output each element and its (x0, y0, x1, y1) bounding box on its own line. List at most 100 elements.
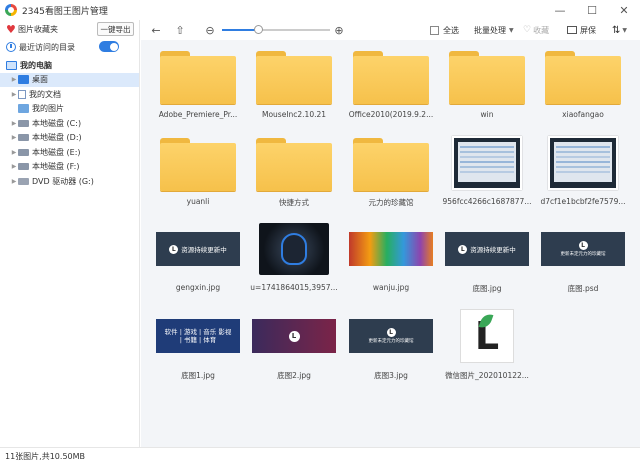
export-button[interactable]: 一键导出 (97, 22, 134, 36)
thumbnail (348, 133, 434, 193)
image-item[interactable]: L 资源持续更新中 gengxin.jpg (153, 216, 243, 309)
tree-item[interactable]: 我的电脑 (0, 58, 139, 73)
image-item[interactable]: L 微信图片_202010122... (442, 303, 532, 396)
computer-icon (6, 60, 17, 70)
minimize-button[interactable]: — (544, 0, 576, 20)
thumbnail: 软件 | 游戏 | 音乐 影视 | 书籍 | 体育 (155, 306, 241, 366)
file-name: 底图.jpg (472, 284, 502, 293)
folder-icon (256, 50, 332, 104)
image-item[interactable]: 956fcc4266c1687877... (442, 130, 532, 223)
folder-item[interactable]: Adobe_Premiere_Pr... (153, 43, 243, 136)
thumbnail: L 资源持续更新中 (444, 219, 530, 279)
screen-icon (567, 26, 577, 34)
tree-item-label: 本地磁盘 (D:) (32, 133, 82, 143)
folder-item[interactable]: yuanli (153, 130, 243, 223)
folder-item[interactable]: 快捷方式 (249, 130, 339, 223)
sort-menu[interactable]: ⇅ ▼ (612, 20, 627, 40)
banner-thumbnail: L 资源持续更新中 (445, 232, 529, 266)
folder-item[interactable]: MouseInc2.10.21 (249, 43, 339, 136)
file-name: 元力的珍藏馆 (368, 198, 414, 207)
favorite-label: 收藏 (533, 25, 550, 35)
image-item[interactable]: L 更新未定元力的珍藏馆 底图.psd (538, 216, 628, 309)
image-item[interactable]: L 底图2.jpg (249, 303, 339, 396)
folder-item[interactable]: 元力的珍藏馆 (346, 130, 436, 223)
zoom-slider[interactable] (222, 25, 330, 34)
image-item[interactable]: 软件 | 游戏 | 音乐 影视 | 书籍 | 体育 底图1.jpg (153, 303, 243, 396)
logo-purple-thumbnail: L (252, 319, 336, 353)
select-all-control[interactable]: 全选 (430, 20, 459, 40)
recent-toggle[interactable] (99, 41, 119, 52)
thumbnail (348, 219, 434, 279)
expand-arrow-icon[interactable]: ▶ (10, 134, 18, 141)
folder-item[interactable]: Office2010(2019.9.2... (346, 43, 436, 136)
tree-item-label: 本地磁盘 (E:) (32, 147, 81, 157)
zoom-in-icon[interactable]: ⊕ (332, 24, 346, 37)
file-name: yuanli (186, 197, 210, 206)
thumbnail (251, 133, 337, 193)
status-text: 11张图片,共10.50MB (5, 451, 86, 461)
tree-item[interactable]: ▶ 本地磁盘 (E:) (0, 145, 139, 160)
file-name: wanju.jpg (372, 283, 410, 292)
category-banner-thumbnail: 软件 | 游戏 | 音乐 影视 | 书籍 | 体育 (156, 319, 240, 353)
folder-tree: 我的电脑 ▶ 桌面 ▶ 我的文档 我的图片 ▶ 本地磁盘 (C:) ▶ 本地磁盘 (D:) ▶ 本地磁… (0, 58, 139, 189)
zoom-out-icon[interactable]: ⊖ (203, 24, 217, 37)
fullscreen-action[interactable]: 屏保 (567, 20, 596, 40)
zoom-slider-knob[interactable] (253, 25, 263, 34)
file-name: d7cf1e1bcbf2fe7579... (540, 197, 626, 206)
thumbnail: L 资源持续更新中 (155, 219, 241, 279)
disk-icon (18, 148, 29, 156)
toolbar: ← ⇧ ⊖ ⊕ 全选 批量处理 ▼ ♡ 收藏 屏保 ⇅ ▼ (141, 20, 640, 40)
expand-arrow-icon[interactable]: ▶ (10, 178, 18, 185)
tree-item[interactable]: ▶ 本地磁盘 (D:) (0, 131, 139, 146)
image-item[interactable]: L 更新未定元力的珍藏馆 底图3.jpg (346, 303, 436, 396)
expand-arrow-icon[interactable]: ▶ (10, 163, 18, 170)
file-name: u=1741864015,3957... (250, 283, 338, 292)
clock-icon (6, 42, 16, 52)
image-item[interactable]: wanju.jpg (346, 216, 436, 309)
image-item[interactable]: L 资源持续更新中底图.jpg (442, 216, 532, 309)
favorites-row[interactable]: ♥ 图片收藏夹 一键导出 (0, 20, 139, 38)
file-name: Office2010(2019.9.2... (348, 110, 434, 119)
file-name: gengxin.jpg (175, 283, 221, 292)
expand-arrow-icon[interactable]: ▶ (10, 149, 18, 156)
tree-item[interactable]: ▶ 桌面 (0, 72, 139, 87)
folder-item[interactable]: xiaofangao (538, 43, 628, 136)
select-all-checkbox[interactable] (430, 25, 439, 35)
batch-menu[interactable]: 批量处理 ▼ (474, 20, 514, 40)
back-arrow-icon[interactable]: ← (149, 24, 163, 37)
tree-item[interactable]: ▶ 本地磁盘 (F:) (0, 160, 139, 175)
image-item[interactable]: d7cf1e1bcbf2fe7579... (538, 130, 628, 223)
sidebar: ♥ 图片收藏夹 一键导出 最近访问的目录 我的电脑 ▶ 桌面 ▶ 我的文档 我的图片 ▶ 本地… (0, 20, 140, 447)
logo-banner-thumbnail: L 更新未定元力的珍藏馆 (349, 319, 433, 353)
expand-arrow-icon[interactable]: ▶ (10, 91, 18, 98)
file-name: 微信图片_202010122... (445, 371, 529, 380)
toy-image-thumbnail (349, 232, 433, 266)
image-item[interactable]: u=1741864015,3957... (249, 216, 339, 309)
app-logo-icon (5, 4, 17, 16)
document-icon (18, 89, 26, 99)
tree-item-label: 桌面 (32, 75, 48, 85)
expand-arrow-icon[interactable]: ▶ (10, 76, 18, 83)
desktop-icon (18, 75, 29, 85)
folder-item[interactable]: win (442, 43, 532, 136)
batch-label: 批量处理 (474, 25, 506, 35)
tree-item[interactable]: ▶ DVD 驱动器 (G:) (0, 174, 139, 189)
favorite-action[interactable]: ♡ 收藏 (523, 20, 549, 40)
up-home-icon[interactable]: ⇧ (173, 24, 187, 37)
close-button[interactable]: ✕ (608, 0, 640, 20)
zoom-slider-fill (222, 29, 258, 31)
thumbnail (540, 133, 626, 193)
tree-item[interactable]: ▶ 我的文档 (0, 87, 139, 102)
expand-arrow-icon[interactable]: ▶ (10, 120, 18, 127)
maximize-button[interactable]: ☐ (576, 0, 608, 20)
file-name: win (480, 110, 494, 119)
tree-item[interactable]: 我的图片 (0, 102, 139, 117)
folder-icon (160, 137, 236, 191)
thumbnail: L 更新未定元力的珍藏馆 (348, 306, 434, 366)
thumbnail (540, 46, 626, 106)
disk-icon (18, 134, 29, 142)
file-name: 底图.psd (567, 284, 599, 293)
title-bar: 2345看图王图片管理 — ☐ ✕ (0, 0, 640, 20)
favorites-label: 图片收藏夹 (18, 24, 58, 34)
tree-item[interactable]: ▶ 本地磁盘 (C:) (0, 116, 139, 131)
